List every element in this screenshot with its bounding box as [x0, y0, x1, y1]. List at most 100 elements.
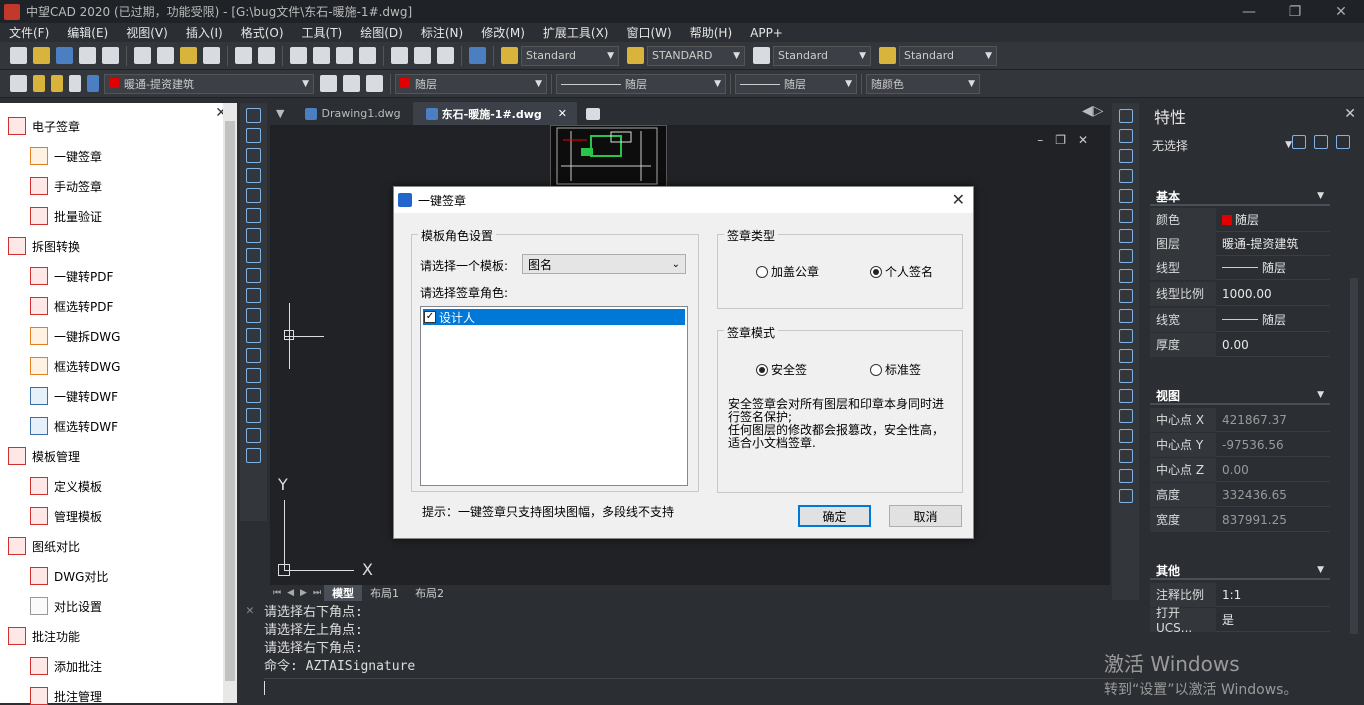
explode-icon[interactable]: [1118, 409, 1133, 423]
menu-dimension[interactable]: 标注(N): [421, 24, 463, 41]
prop-row-thickness[interactable]: 厚度 0.00: [1150, 332, 1330, 357]
close-button[interactable]: ✕: [1318, 0, 1364, 23]
zoom-window-icon[interactable]: [336, 47, 353, 64]
section-split-convert[interactable]: 拆图转换: [8, 237, 80, 255]
prev-layout-icon[interactable]: ◀: [287, 588, 294, 598]
new-tab-button[interactable]: [579, 102, 607, 125]
properties-close-icon[interactable]: ✕: [1344, 106, 1356, 122]
print-icon[interactable]: [102, 47, 119, 64]
prop-row-color[interactable]: 颜色 随层: [1150, 207, 1330, 232]
make-current-layer-icon[interactable]: [320, 75, 337, 92]
layer-state-icon[interactable]: [366, 75, 383, 92]
array-icon[interactable]: [1118, 189, 1133, 203]
menu-insert[interactable]: 插入(I): [186, 24, 223, 41]
role-checkbox[interactable]: ✓: [424, 311, 436, 323]
section-other[interactable]: 其他 ▼: [1150, 562, 1330, 580]
prop-row-center-z[interactable]: 中心点 Z 0.00: [1150, 457, 1330, 482]
prop-row-height[interactable]: 高度 332436.65: [1150, 482, 1330, 507]
radio-personal-signature[interactable]: 个人签名: [870, 263, 933, 280]
item-one-click-pdf[interactable]: 一键转PDF: [30, 267, 113, 285]
section-view[interactable]: 视图 ▼: [1150, 387, 1330, 405]
section-template-manage[interactable]: 模板管理: [8, 447, 80, 465]
help-icon[interactable]: [469, 47, 486, 64]
radio-secure-sign[interactable]: 安全签: [756, 361, 807, 378]
tab-drawing1[interactable]: Drawing1.dwg: [292, 102, 410, 125]
prop-row-center-x[interactable]: 中心点 X 421867.37: [1150, 407, 1330, 432]
next-layout-icon[interactable]: ▶: [300, 588, 307, 598]
table-icon[interactable]: [246, 428, 261, 443]
chamfer-icon[interactable]: [1118, 369, 1133, 383]
new-file-icon[interactable]: [10, 47, 27, 64]
radio-official-seal[interactable]: 加盖公章: [756, 263, 819, 280]
zoom-extents-icon[interactable]: [79, 47, 96, 64]
item-box-select-dwg[interactable]: 框选转DWG: [30, 357, 120, 375]
template-select[interactable]: 图名 ⌄: [522, 254, 686, 274]
rectangle-icon[interactable]: [246, 188, 261, 203]
join-icon[interactable]: [1118, 349, 1133, 363]
zoom-previous-icon[interactable]: [359, 47, 376, 64]
command-input[interactable]: [264, 678, 1134, 696]
tab-close-icon[interactable]: ✕: [558, 107, 567, 120]
tab-layout1[interactable]: 布局1: [362, 585, 407, 601]
selection-select[interactable]: 无选择 ▼: [1152, 135, 1296, 155]
item-one-click-sign[interactable]: 一键签章: [30, 147, 102, 165]
chevron-right-icon[interactable]: ▷: [1093, 103, 1104, 119]
select-objects-icon[interactable]: [1313, 135, 1328, 149]
item-box-select-dwf[interactable]: 框选转DWF: [30, 417, 118, 435]
bring-to-front-icon[interactable]: [1118, 469, 1133, 483]
viewport-controls[interactable]: –❐✕: [1037, 133, 1100, 147]
prop-row-linetype[interactable]: 线型 随层: [1150, 255, 1330, 280]
paste-icon[interactable]: [180, 47, 197, 64]
ellipse-icon[interactable]: [246, 288, 261, 303]
stretch-icon[interactable]: [1118, 269, 1133, 283]
tab-scroll-arrows[interactable]: ◀▷: [1082, 103, 1110, 125]
polygon-icon[interactable]: [246, 168, 261, 183]
section-e-signature[interactable]: 电子签章: [8, 117, 80, 135]
offset-icon[interactable]: [1118, 169, 1133, 183]
menu-extend-tools[interactable]: 扩展工具(X): [543, 24, 609, 41]
ellipse-arc-icon[interactable]: [246, 308, 261, 323]
item-batch-verify[interactable]: 批量验证: [30, 207, 102, 225]
tool-palette-icon[interactable]: [437, 47, 454, 64]
section-basic[interactable]: 基本 ▼: [1150, 188, 1330, 206]
layer-plot-icon[interactable]: [87, 75, 99, 92]
item-manual-sign[interactable]: 手动签章: [30, 177, 102, 195]
command-line-close-icon[interactable]: ✕: [246, 603, 254, 618]
dim-style-select[interactable]: STANDARD ▼: [647, 45, 745, 66]
insert-block-icon[interactable]: [246, 328, 261, 343]
tab-layout2[interactable]: 布局2: [407, 585, 452, 601]
plotstyle-select[interactable]: 随颜色 ▼: [866, 73, 980, 94]
section-annotation[interactable]: 批注功能: [8, 627, 80, 645]
menu-tools[interactable]: 工具(T): [302, 24, 343, 41]
tab-list-chevron-icon[interactable]: ▼: [270, 102, 290, 125]
item-annotation-manage[interactable]: 批注管理: [30, 687, 102, 705]
circle-icon[interactable]: [246, 228, 261, 243]
lineweight-select[interactable]: 随层 ▼: [735, 73, 857, 94]
color-select[interactable]: 随层 ▼: [395, 73, 547, 94]
construction-line-icon[interactable]: [246, 128, 261, 143]
erase-icon[interactable]: [1118, 109, 1133, 123]
polyline-icon[interactable]: [246, 148, 261, 163]
dialog-title-bar[interactable]: 一键签章 ✕: [394, 187, 973, 213]
properties-icon[interactable]: [391, 47, 408, 64]
cancel-button[interactable]: 取消: [889, 505, 962, 527]
cut-icon[interactable]: [134, 47, 151, 64]
prop-row-linetype-scale[interactable]: 线型比例 1000.00: [1150, 281, 1330, 306]
layer-freeze-icon[interactable]: [51, 75, 63, 92]
layer-on-icon[interactable]: [33, 75, 45, 92]
table-style-select[interactable]: Standard ▼: [773, 45, 871, 66]
break-icon[interactable]: [1118, 329, 1133, 343]
item-define-template[interactable]: 定义模板: [30, 477, 102, 495]
prop-row-ucs-icon-on[interactable]: 打开 UCS... 是: [1150, 606, 1330, 635]
prop-row-center-y[interactable]: 中心点 Y -97536.56: [1150, 432, 1330, 457]
list-item[interactable]: ✓ 设计人: [423, 309, 685, 325]
save-icon[interactable]: [56, 47, 73, 64]
item-one-click-split-dwg[interactable]: 一键拆DWG: [30, 327, 120, 345]
layer-previous-icon[interactable]: [343, 75, 360, 92]
menu-help[interactable]: 帮助(H): [690, 24, 732, 41]
point-icon[interactable]: [246, 368, 261, 383]
item-dwg-compare[interactable]: DWG对比: [30, 567, 108, 585]
chevron-left-icon[interactable]: ◀: [1082, 103, 1093, 119]
tab-model[interactable]: 模型: [324, 585, 363, 601]
linetype-select[interactable]: 随层 ▼: [556, 73, 726, 94]
